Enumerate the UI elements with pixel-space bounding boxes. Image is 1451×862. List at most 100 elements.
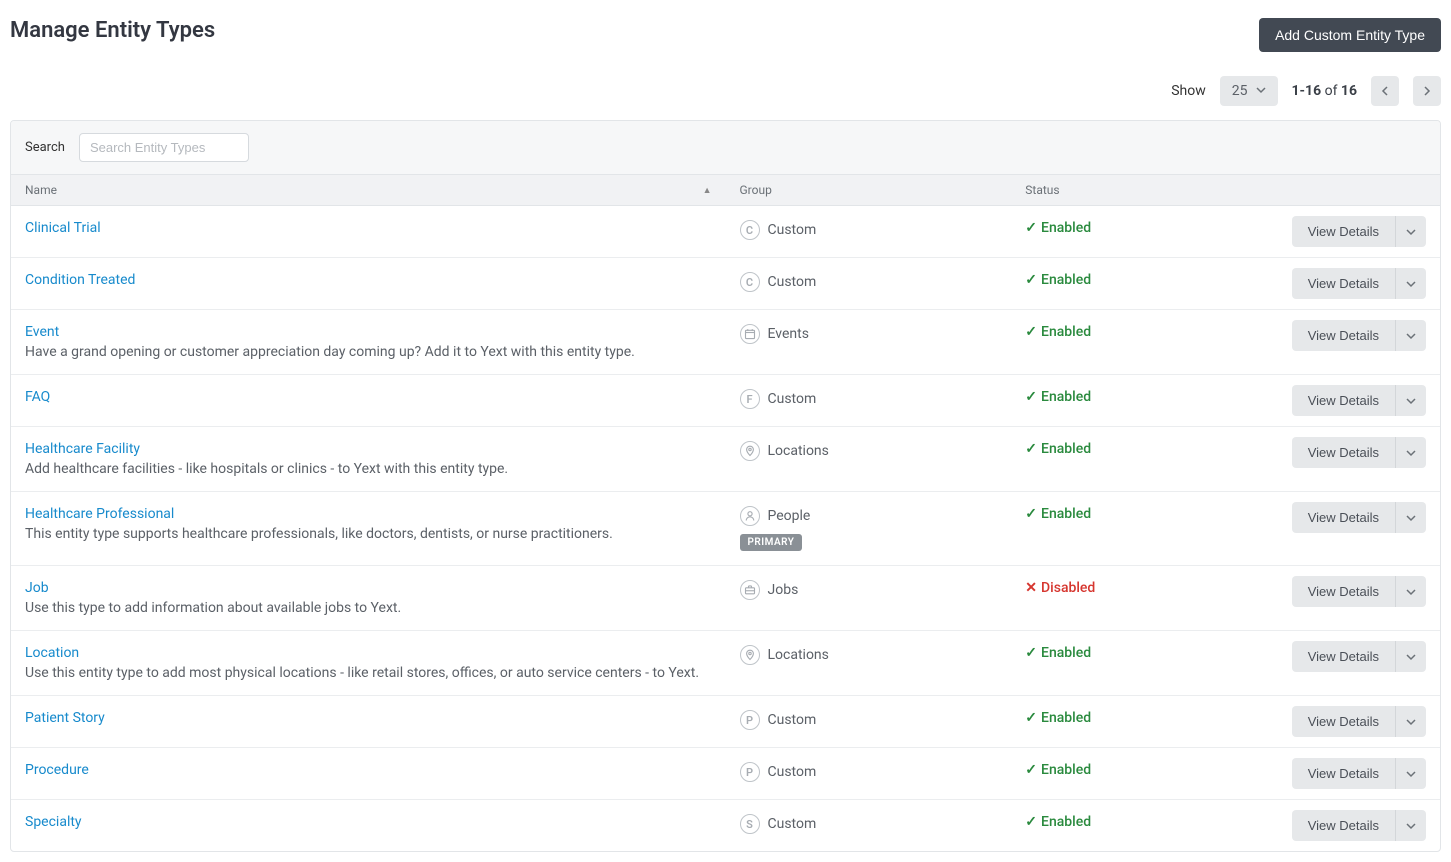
- entity-name-link[interactable]: Healthcare Professional: [25, 506, 174, 522]
- view-details-button[interactable]: View Details: [1292, 320, 1395, 351]
- status-badge: ✓Enabled: [1025, 710, 1240, 726]
- view-details-dropdown-button[interactable]: [1395, 576, 1426, 607]
- group-icon: P: [740, 710, 760, 730]
- entity-name-link[interactable]: Healthcare Facility: [25, 441, 140, 457]
- entity-name-link[interactable]: Procedure: [25, 762, 89, 778]
- show-label: Show: [1171, 83, 1206, 99]
- entity-name-link[interactable]: Specialty: [25, 814, 82, 830]
- chevron-down-icon: [1406, 717, 1416, 727]
- view-details-dropdown-button[interactable]: [1395, 810, 1426, 841]
- chevron-down-icon: [1406, 769, 1416, 779]
- view-details-button[interactable]: View Details: [1292, 268, 1395, 299]
- column-header-name[interactable]: Name ▲: [11, 175, 726, 205]
- view-details-dropdown-button[interactable]: [1395, 758, 1426, 789]
- group-icon: C: [740, 220, 760, 240]
- chevron-down-icon: [1406, 448, 1416, 458]
- status-text: Enabled: [1041, 272, 1091, 288]
- status-badge: ✓Enabled: [1025, 645, 1240, 661]
- check-icon: ✓: [1025, 220, 1037, 236]
- search-input[interactable]: [79, 133, 249, 162]
- view-details-button[interactable]: View Details: [1292, 437, 1395, 468]
- next-page-button[interactable]: [1413, 76, 1441, 106]
- view-details-dropdown-button[interactable]: [1395, 706, 1426, 737]
- check-icon: ✓: [1025, 441, 1037, 457]
- chevron-down-icon: [1406, 587, 1416, 597]
- entity-name-link[interactable]: Condition Treated: [25, 272, 135, 288]
- view-details-dropdown-button[interactable]: [1395, 385, 1426, 416]
- view-details-dropdown-button[interactable]: [1395, 502, 1426, 533]
- view-details-dropdown-button[interactable]: [1395, 268, 1426, 299]
- table-row: FAQFCustom✓EnabledView Details: [11, 375, 1440, 427]
- entity-name-link[interactable]: Clinical Trial: [25, 220, 101, 236]
- column-header-group[interactable]: Group: [726, 175, 1012, 205]
- view-details-button[interactable]: View Details: [1292, 502, 1395, 533]
- group-label: People: [768, 508, 811, 524]
- group-icon: [740, 441, 760, 461]
- page-title: Manage Entity Types: [10, 18, 215, 43]
- status-text: Enabled: [1041, 220, 1091, 236]
- status-badge: ✓Enabled: [1025, 324, 1240, 340]
- view-details-button[interactable]: View Details: [1292, 706, 1395, 737]
- table-row: Healthcare ProfessionalThis entity type …: [11, 492, 1440, 566]
- view-details-dropdown-button[interactable]: [1395, 216, 1426, 247]
- status-text: Enabled: [1041, 710, 1091, 726]
- group-label: Custom: [768, 764, 817, 780]
- entity-name-link[interactable]: Location: [25, 645, 79, 661]
- primary-badge: PRIMARY: [740, 534, 803, 551]
- view-details-button[interactable]: View Details: [1292, 810, 1395, 841]
- status-badge: ✓Enabled: [1025, 389, 1240, 405]
- status-badge: ✓Enabled: [1025, 272, 1240, 288]
- entity-name-link[interactable]: Job: [25, 580, 49, 596]
- check-icon: ✓: [1025, 814, 1037, 830]
- group-icon: C: [740, 272, 760, 292]
- status-text: Enabled: [1041, 389, 1091, 405]
- pagination-info: 1-16 of 16: [1292, 83, 1358, 99]
- status-text: Enabled: [1041, 441, 1091, 457]
- chevron-down-icon: [1406, 331, 1416, 341]
- group-label: Locations: [768, 443, 829, 459]
- status-text: Disabled: [1041, 580, 1095, 596]
- entity-name-link[interactable]: Patient Story: [25, 710, 105, 726]
- entity-description: Add healthcare facilities - like hospita…: [25, 461, 712, 477]
- check-icon: ✓: [1025, 324, 1037, 340]
- entity-description: Use this entity type to add most physica…: [25, 665, 712, 681]
- status-text: Enabled: [1041, 762, 1091, 778]
- view-details-button[interactable]: View Details: [1292, 576, 1395, 607]
- entity-name-link[interactable]: FAQ: [25, 389, 50, 405]
- group-label: Events: [768, 326, 809, 342]
- view-details-button[interactable]: View Details: [1292, 216, 1395, 247]
- group-label: Custom: [768, 816, 817, 832]
- entity-name-link[interactable]: Event: [25, 324, 59, 340]
- check-icon: ✓: [1025, 506, 1037, 522]
- status-badge: ✓Enabled: [1025, 814, 1240, 830]
- table-row: Condition TreatedCCustom✓EnabledView Det…: [11, 258, 1440, 310]
- group-icon: [740, 506, 760, 526]
- check-icon: ✓: [1025, 272, 1037, 288]
- status-text: Enabled: [1041, 814, 1091, 830]
- add-custom-entity-type-button[interactable]: Add Custom Entity Type: [1259, 18, 1441, 52]
- check-icon: ✓: [1025, 710, 1037, 726]
- view-details-button[interactable]: View Details: [1292, 758, 1395, 789]
- entity-description: Have a grand opening or customer appreci…: [25, 344, 712, 360]
- status-badge: ✕Disabled: [1025, 580, 1240, 596]
- sort-ascending-icon: ▲: [703, 185, 712, 196]
- status-badge: ✓Enabled: [1025, 762, 1240, 778]
- group-label: Locations: [768, 647, 829, 663]
- chevron-down-icon: [1406, 396, 1416, 406]
- view-details-dropdown-button[interactable]: [1395, 437, 1426, 468]
- check-icon: ✓: [1025, 762, 1037, 778]
- table-row: Clinical TrialCCustom✓EnabledView Detail…: [11, 206, 1440, 258]
- view-details-dropdown-button[interactable]: [1395, 320, 1426, 351]
- page-size-select[interactable]: 25: [1220, 76, 1278, 106]
- prev-page-button[interactable]: [1371, 76, 1399, 106]
- group-icon: [740, 324, 760, 344]
- column-header-status[interactable]: Status: [1011, 175, 1254, 205]
- view-details-dropdown-button[interactable]: [1395, 641, 1426, 672]
- entity-description: Use this type to add information about a…: [25, 600, 712, 616]
- x-icon: ✕: [1025, 580, 1037, 596]
- view-details-button[interactable]: View Details: [1292, 385, 1395, 416]
- check-icon: ✓: [1025, 389, 1037, 405]
- view-details-button[interactable]: View Details: [1292, 641, 1395, 672]
- table-row: Location Use this entity type to add most…: [11, 631, 1440, 696]
- table-row: Patient StoryPCustom✓EnabledView Details: [11, 696, 1440, 748]
